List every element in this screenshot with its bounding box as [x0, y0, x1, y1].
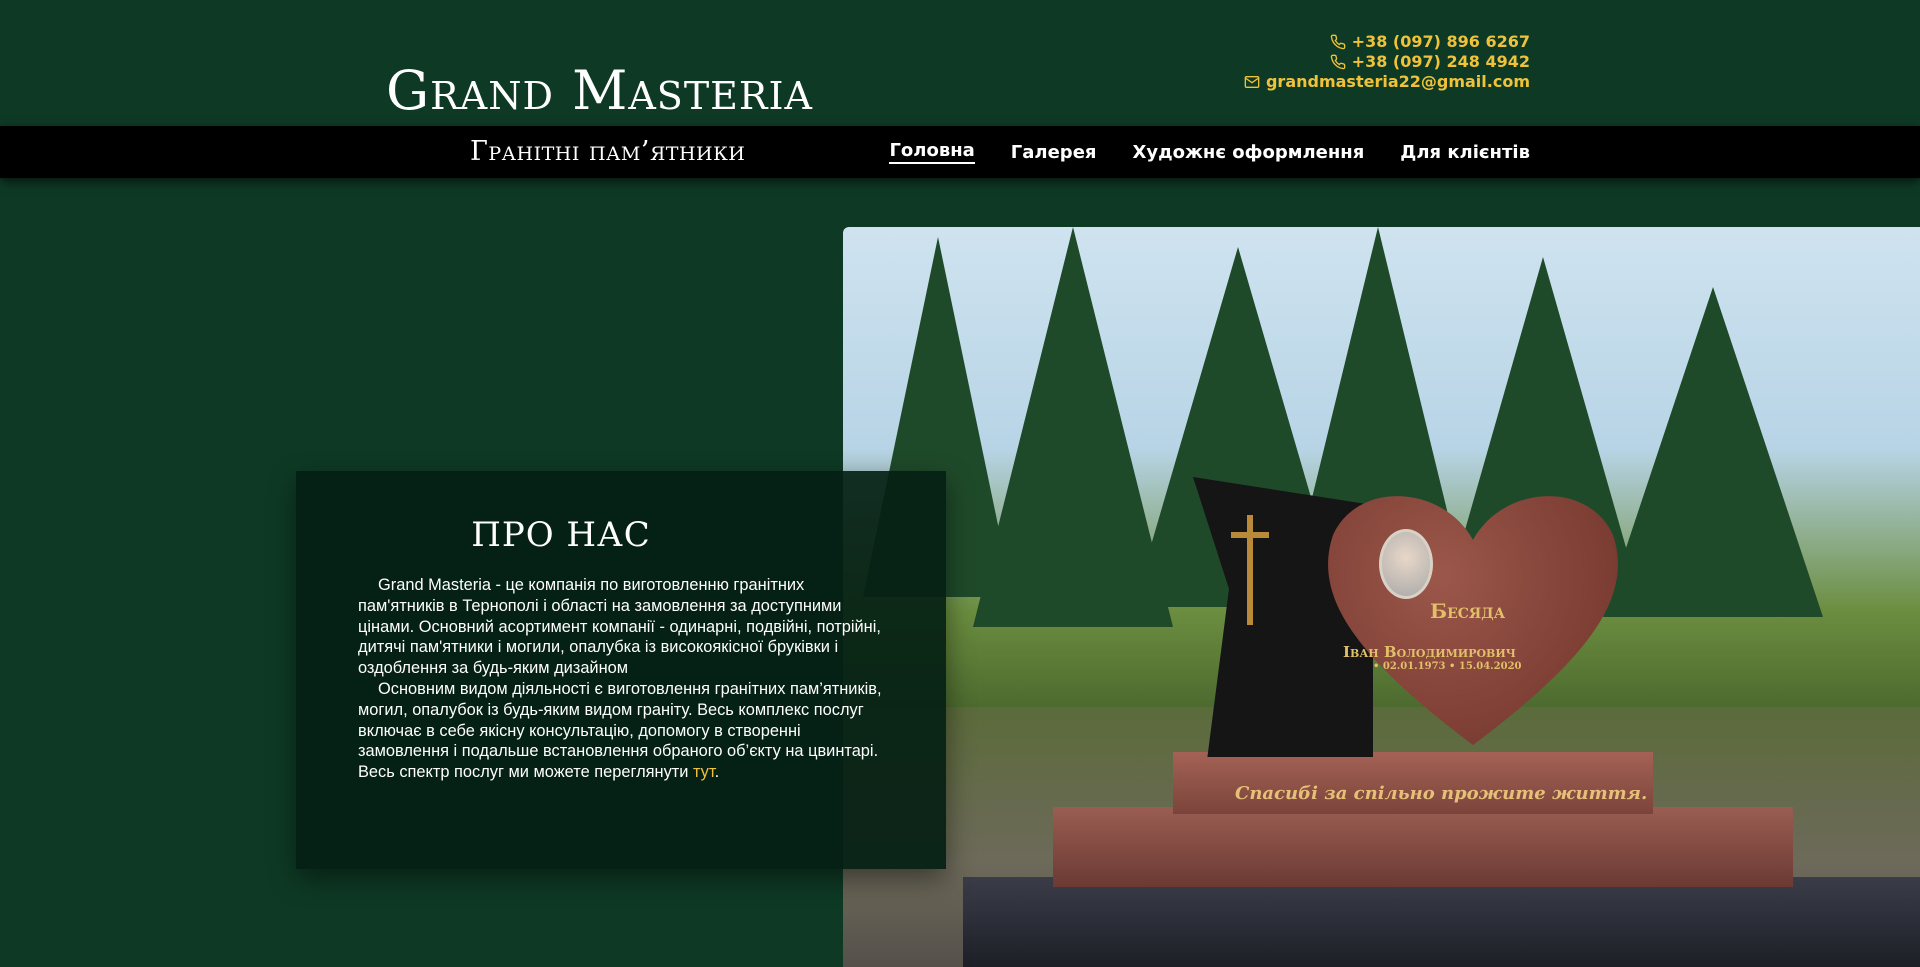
contact-info: +38 (097) 896 6267 +38 (097) 248 4942 gr…	[1244, 32, 1530, 92]
phone-icon	[1330, 34, 1345, 50]
about-paragraph-2: Основним видом діяльності є виготовлення…	[358, 679, 886, 783]
nav-for-clients[interactable]: Для клієнтів	[1400, 142, 1530, 163]
nav-home[interactable]: Головна	[889, 140, 975, 164]
monument-surname: Бесяда	[1430, 599, 1506, 623]
phone-2[interactable]: +38 (097) 248 4942	[1244, 52, 1530, 72]
about-paragraph-2-end: .	[714, 763, 720, 782]
hero-image: Бесяда Іван Володимирович • 02.01.1973 •…	[843, 227, 1920, 967]
monument-firstname: Іван Володимирович	[1343, 643, 1516, 661]
email[interactable]: grandmasteria22@gmail.com	[1244, 72, 1530, 92]
cross-icon	[1231, 532, 1269, 538]
email-text: grandmasteria22@gmail.com	[1265, 72, 1530, 91]
phone-2-text: +38 (097) 248 4942	[1351, 52, 1530, 71]
tagline: Гранітні пам’ятники	[470, 136, 746, 167]
portrait-photo	[1379, 529, 1433, 599]
site-header: Grand Masteria +38 (097) 896 6267 +38 (0…	[0, 0, 1920, 126]
nav-art-design[interactable]: Художнє оформлення	[1132, 142, 1364, 163]
tree	[973, 227, 1173, 627]
phone-icon	[1330, 54, 1345, 70]
about-paragraph-2-text: Основним видом діяльності є виготовлення…	[358, 679, 882, 782]
nav-bar: Гранітні пам’ятники Головна Галерея Худо…	[0, 126, 1920, 178]
phone-1[interactable]: +38 (097) 896 6267	[1244, 32, 1530, 52]
nav-gallery[interactable]: Галерея	[1011, 142, 1097, 163]
main-nav: Головна Галерея Художнє оформлення Для к…	[889, 126, 1530, 178]
services-link[interactable]: тут	[693, 763, 715, 781]
monument-dates: • 02.01.1973 • 15.04.2020	[1373, 661, 1522, 672]
mail-icon	[1244, 76, 1260, 88]
about-text: Grand Masteria - це компанія по виготовл…	[358, 575, 886, 783]
about-paragraph-1: Grand Masteria - це компанія по виготовл…	[358, 576, 881, 678]
about-title: ПРО НАС	[471, 515, 651, 555]
monument-epitaph: Спасибі за спільно прожите життя.	[1235, 783, 1648, 804]
brand-logo[interactable]: Grand Masteria	[386, 64, 813, 118]
phone-1-text: +38 (097) 896 6267	[1351, 32, 1530, 51]
about-section: ПРО НАС Grand Masteria - це компанія по …	[296, 471, 946, 869]
slab	[963, 877, 1920, 967]
tree	[1603, 287, 1823, 617]
plinth	[1053, 807, 1793, 887]
